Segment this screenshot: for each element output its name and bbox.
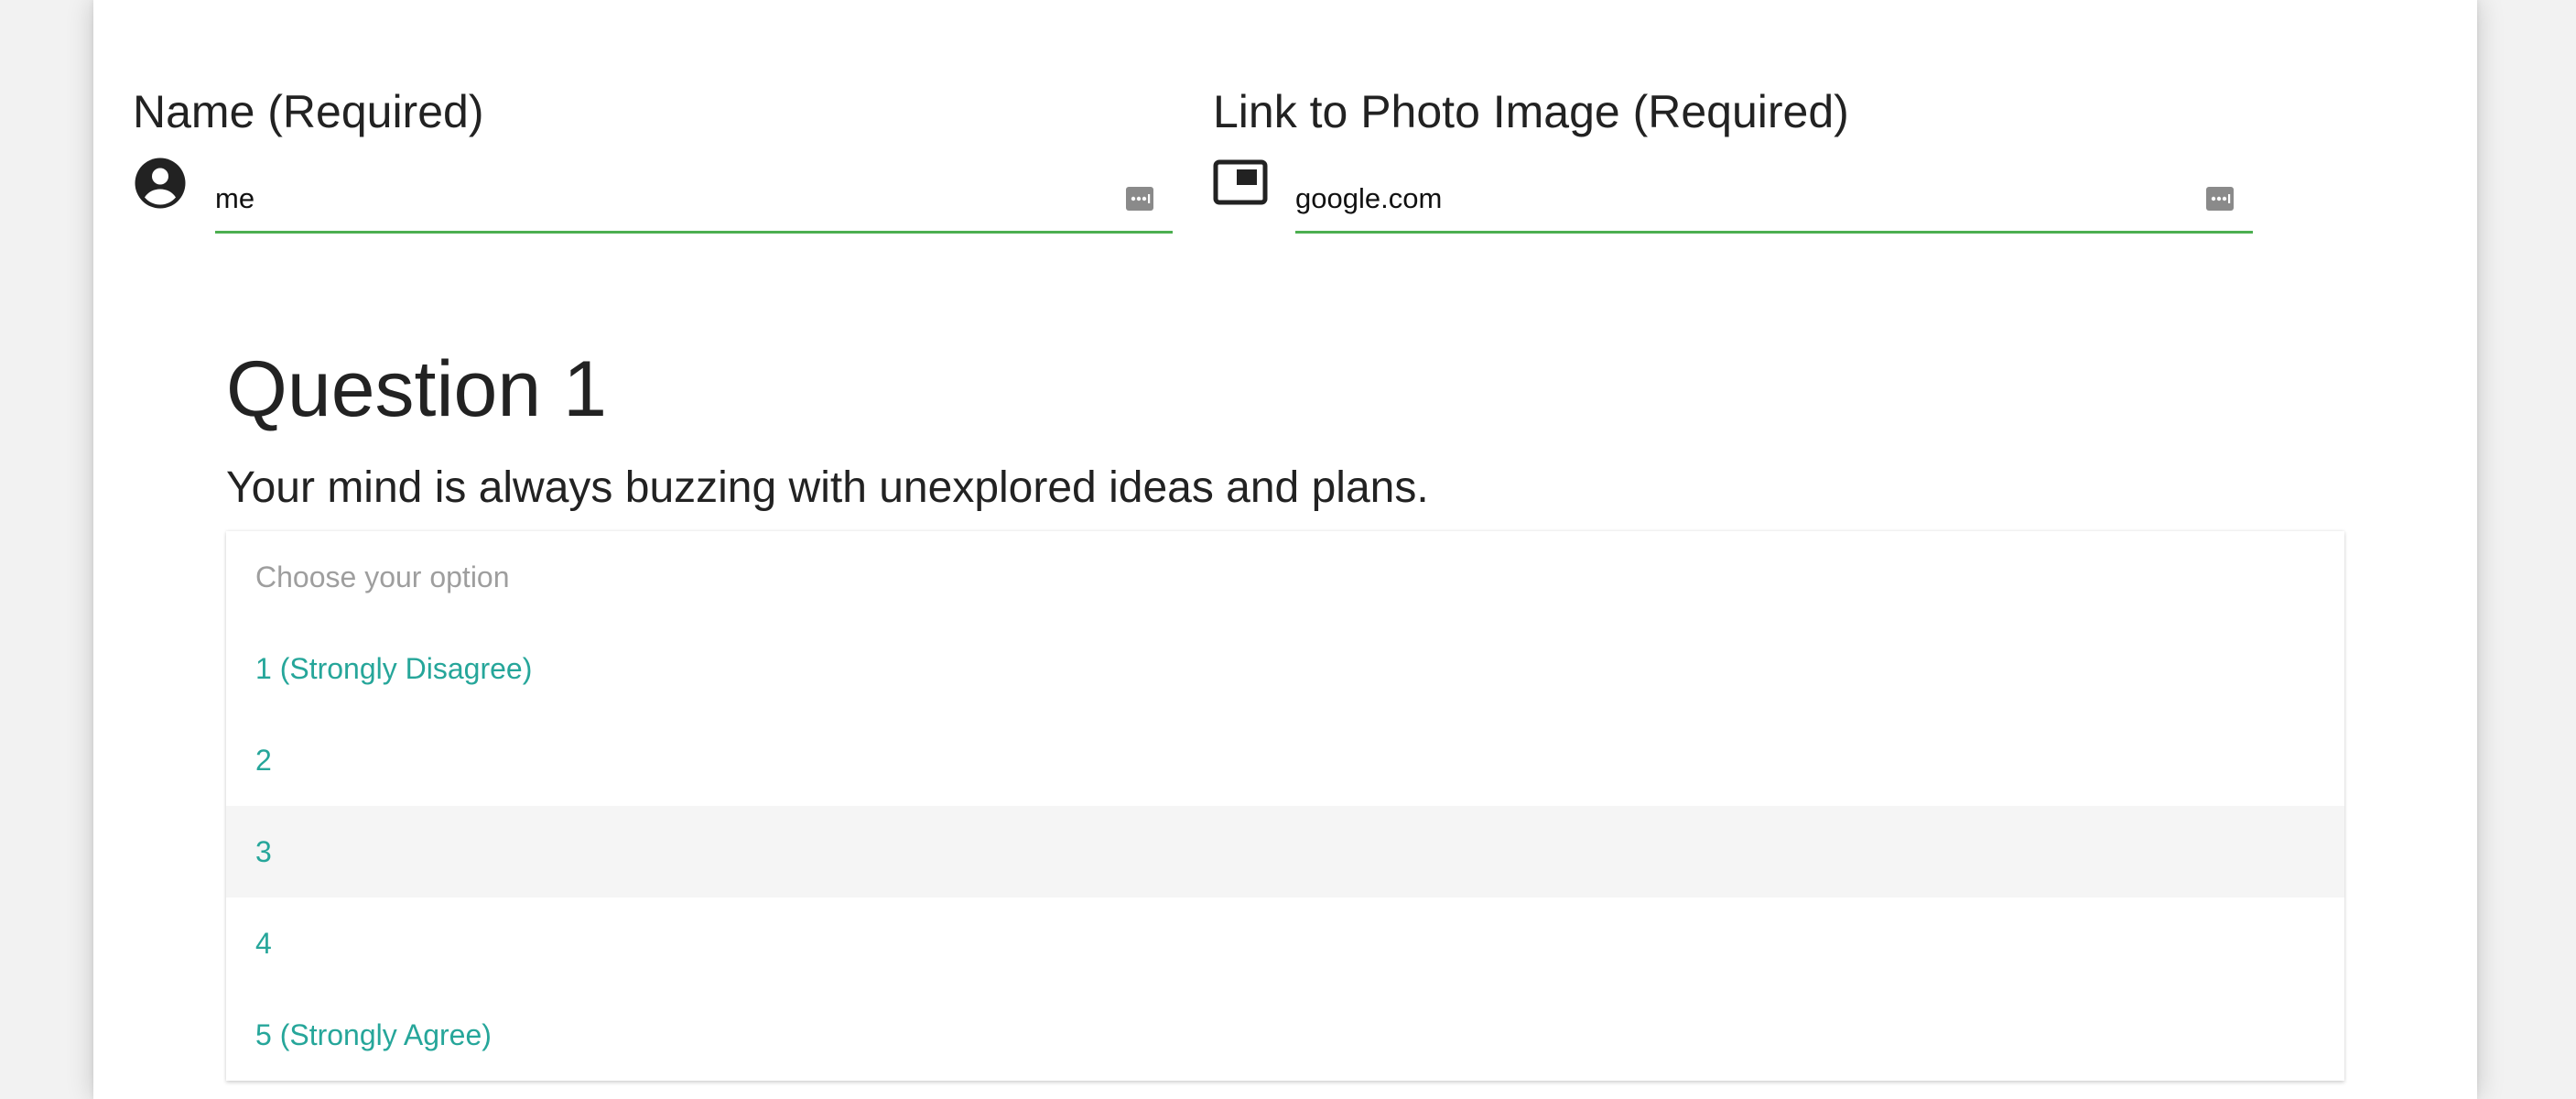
dropdown-option[interactable]: 3 <box>226 806 2344 898</box>
name-input[interactable]: me <box>215 170 1173 234</box>
question-text: Your mind is always buzzing with unexplo… <box>226 463 1429 512</box>
dropdown-option[interactable]: 2 <box>226 714 2344 806</box>
answer-dropdown[interactable]: Choose your option 1 (Strongly Disagree)… <box>226 531 2344 1081</box>
question-title: Question 1 <box>226 345 607 433</box>
dropdown-option[interactable]: 5 (Strongly Agree) <box>226 989 2344 1081</box>
dropdown-placeholder: Choose your option <box>255 560 510 593</box>
dropdown-option[interactable]: 1 (Strongly Disagree) <box>226 623 2344 714</box>
autofill-dots-icon[interactable] <box>2205 185 2235 212</box>
name-field-group: Name (Required) me <box>133 82 1264 247</box>
photo-link-input-value[interactable]: google.com <box>1295 170 2156 227</box>
name-label: Name (Required) <box>133 86 484 137</box>
photo-label: Link to Photo Image (Required) <box>1213 86 1849 137</box>
account-circle-icon <box>133 156 188 211</box>
autofill-dots-icon[interactable] <box>1125 185 1154 212</box>
photo-field-group: Link to Photo Image (Required) google.co… <box>1213 82 2344 247</box>
photo-link-input[interactable]: google.com <box>1295 170 2253 234</box>
name-input-value[interactable]: me <box>215 170 1076 227</box>
dropdown-option[interactable]: 4 <box>226 898 2344 989</box>
picture-in-picture-icon <box>1213 156 1268 211</box>
